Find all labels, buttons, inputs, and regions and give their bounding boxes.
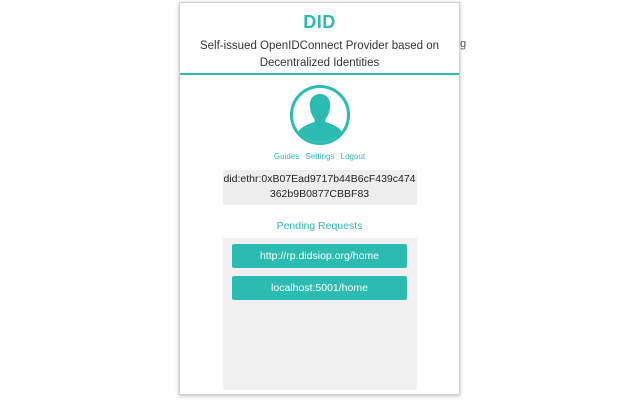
- settings-link[interactable]: Settings: [305, 152, 334, 161]
- did-identifier: did:ethr:0xB07Ead9717b44B6cF439c474362b9…: [222, 170, 417, 205]
- user-silhouette-icon: [297, 94, 342, 142]
- request-button-localhost[interactable]: localhost:5001/home: [232, 276, 407, 300]
- logout-link[interactable]: Logout: [341, 152, 365, 161]
- app-title: DID: [303, 12, 336, 32]
- user-avatar: [289, 85, 350, 145]
- popup-header: DID Self-issued OpenIDConnect Provider b…: [180, 3, 459, 75]
- nav-links: Guides Settings Logout: [180, 152, 459, 162]
- guides-link[interactable]: Guides: [274, 152, 299, 161]
- pending-requests-panel: http://rp.didsiop.org/home localhost:500…: [222, 238, 417, 390]
- app-subtitle: Self-issued OpenIDConnect Provider based…: [199, 40, 440, 69]
- background-page-text: g: [460, 38, 467, 50]
- request-button-rp-didsiop[interactable]: http://rp.didsiop.org/home: [232, 244, 407, 268]
- pending-requests-title: Pending Requests: [276, 220, 363, 232]
- extension-popup: DID Self-issued OpenIDConnect Provider b…: [179, 2, 460, 395]
- screen: g DID Self-issued OpenIDConnect Provider…: [0, 0, 640, 400]
